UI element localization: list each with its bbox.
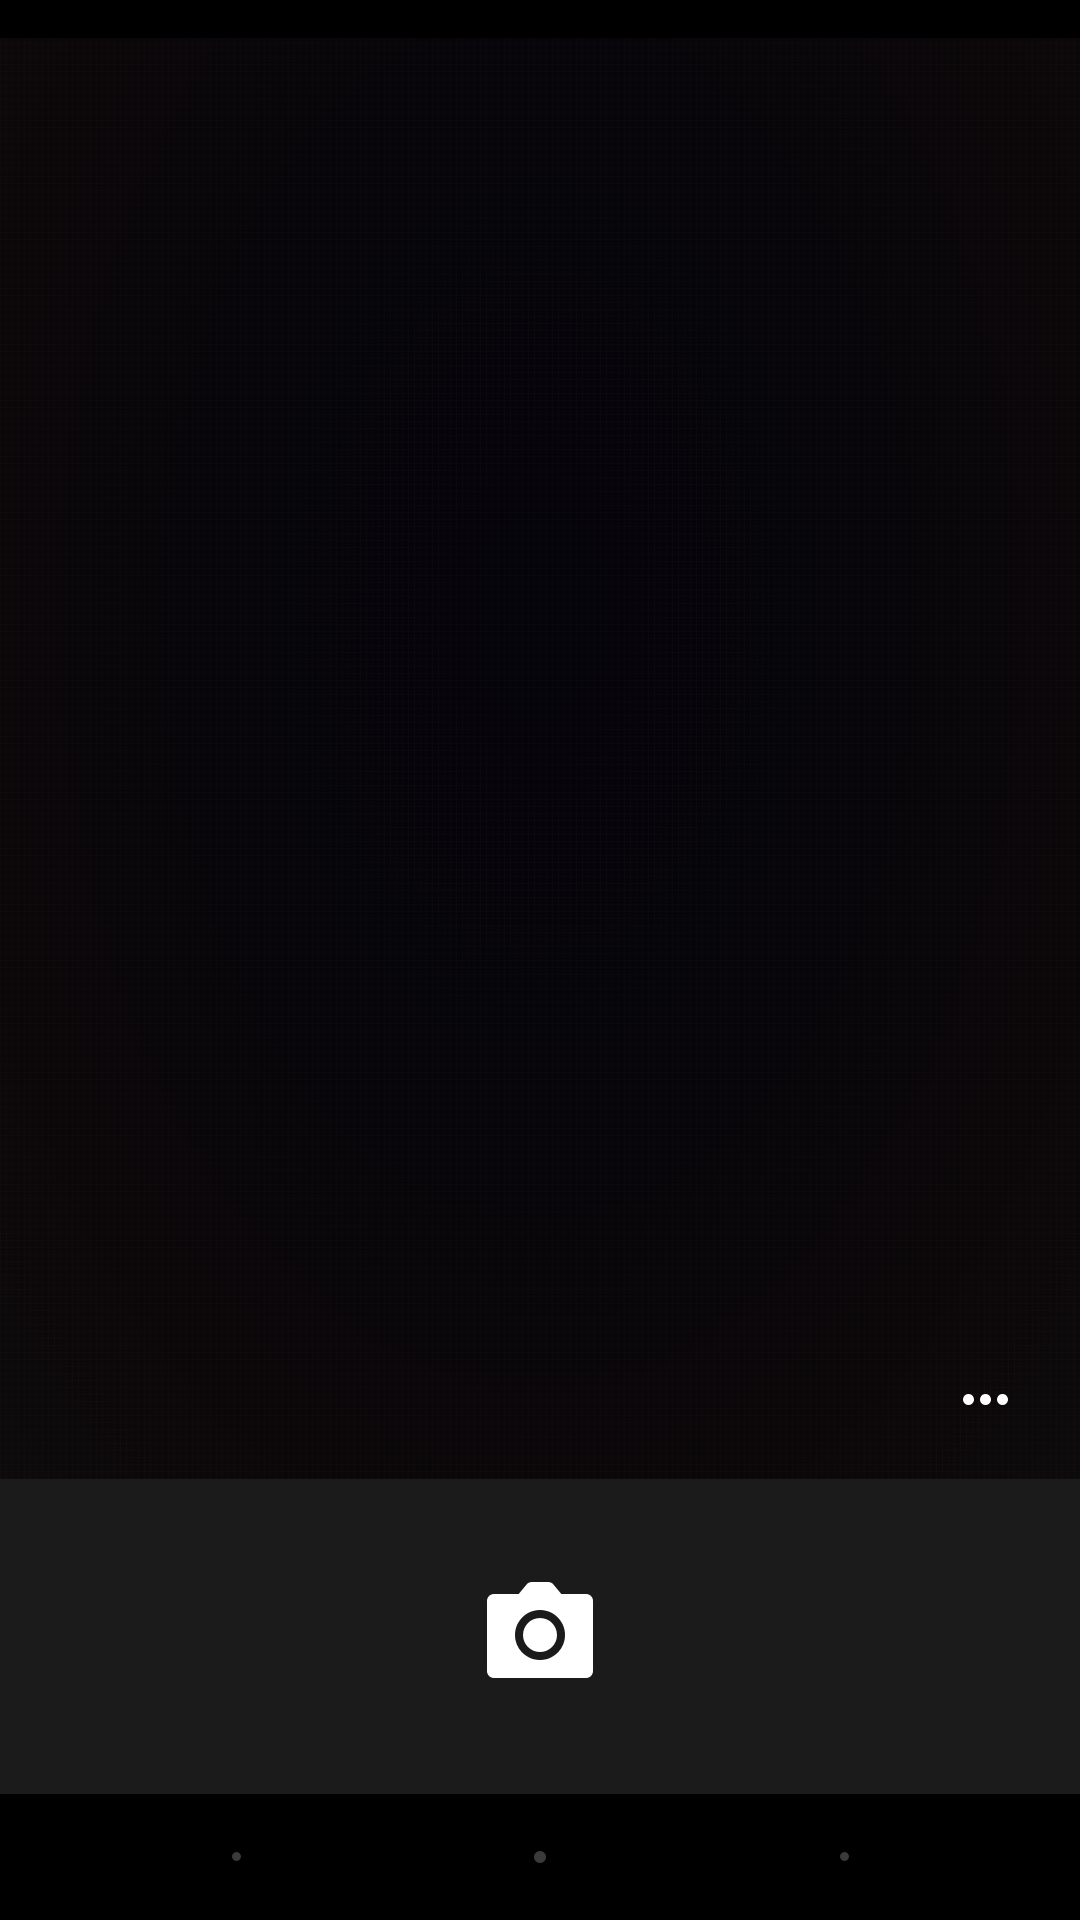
more-horizontal-icon-dot <box>996 1393 1008 1405</box>
shutter-button[interactable] <box>487 1582 593 1678</box>
more-horizontal-icon <box>962 1393 974 1405</box>
nav-recents-dot-icon[interactable] <box>840 1852 849 1861</box>
more-options-button[interactable] <box>950 1379 1020 1419</box>
camera-control-bar <box>0 1479 1080 1794</box>
camera-viewfinder[interactable] <box>0 38 1080 1479</box>
nav-back-dot-icon[interactable] <box>232 1852 241 1861</box>
camera-screen <box>0 0 1080 1920</box>
more-horizontal-icon-dot <box>979 1393 991 1405</box>
camera-icon <box>487 1582 593 1678</box>
nav-home-dot-icon[interactable] <box>534 1851 546 1863</box>
viewfinder-preview <box>0 38 1080 1479</box>
status-bar <box>0 0 1080 38</box>
navigation-bar <box>0 1794 1080 1920</box>
